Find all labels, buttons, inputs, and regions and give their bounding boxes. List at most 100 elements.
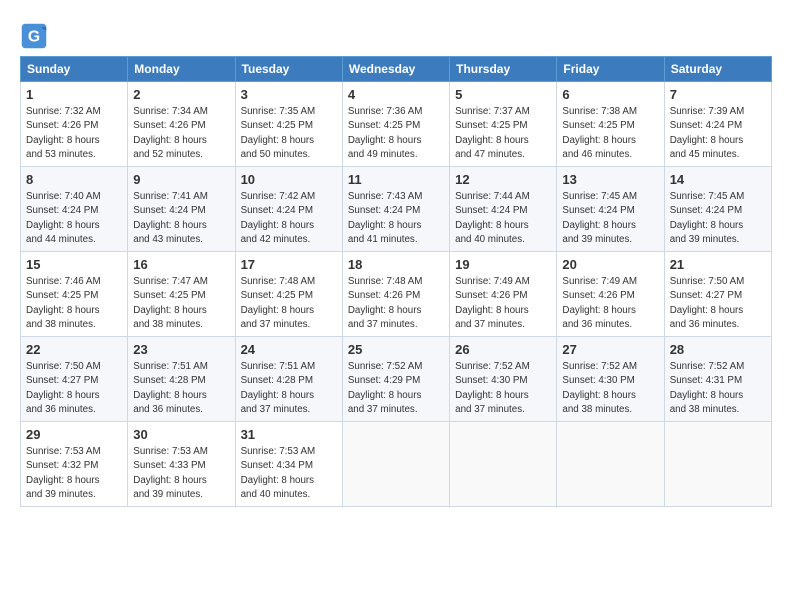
day-number: 24 xyxy=(241,341,337,359)
day-info-line: Sunrise: 7:38 AM xyxy=(562,106,637,117)
day-info-line: and 36 minutes. xyxy=(670,319,740,330)
day-info-line: and 40 minutes. xyxy=(241,489,311,500)
day-info-line: and 40 minutes. xyxy=(455,234,525,245)
calendar-day-28: 28Sunrise: 7:52 AMSunset: 4:31 PMDayligh… xyxy=(664,337,771,422)
day-info-line: Sunset: 4:26 PM xyxy=(562,290,634,301)
calendar-day-9: 9Sunrise: 7:41 AMSunset: 4:24 PMDaylight… xyxy=(128,167,235,252)
day-info-line: Daylight: 8 hours xyxy=(670,305,744,316)
day-info-line: and 47 minutes. xyxy=(455,149,525,160)
calendar-day-12: 12Sunrise: 7:44 AMSunset: 4:24 PMDayligh… xyxy=(450,167,557,252)
day-info-line: Daylight: 8 hours xyxy=(241,135,315,146)
calendar-day-26: 26Sunrise: 7:52 AMSunset: 4:30 PMDayligh… xyxy=(450,337,557,422)
calendar-day-2: 2Sunrise: 7:34 AMSunset: 4:26 PMDaylight… xyxy=(128,82,235,167)
day-info-line: Sunrise: 7:52 AM xyxy=(455,361,530,372)
day-info-line: Sunset: 4:24 PM xyxy=(670,205,742,216)
day-info-line: Daylight: 8 hours xyxy=(455,135,529,146)
day-number: 11 xyxy=(348,171,444,189)
day-info-line: and 39 minutes. xyxy=(133,489,203,500)
day-info-line: Sunset: 4:26 PM xyxy=(26,120,98,131)
day-info-line: Daylight: 8 hours xyxy=(241,305,315,316)
calendar-day-27: 27Sunrise: 7:52 AMSunset: 4:30 PMDayligh… xyxy=(557,337,664,422)
day-number: 28 xyxy=(670,341,766,359)
day-info-line: and 46 minutes. xyxy=(562,149,632,160)
day-info-line: Sunrise: 7:49 AM xyxy=(455,276,530,287)
day-info-line: and 37 minutes. xyxy=(455,319,525,330)
day-info-line: Sunset: 4:29 PM xyxy=(348,375,420,386)
day-info-line: Sunrise: 7:52 AM xyxy=(670,361,745,372)
day-info-line: Sunset: 4:28 PM xyxy=(133,375,205,386)
calendar-day-24: 24Sunrise: 7:51 AMSunset: 4:28 PMDayligh… xyxy=(235,337,342,422)
day-info-line: Sunrise: 7:34 AM xyxy=(133,106,208,117)
calendar-day-23: 23Sunrise: 7:51 AMSunset: 4:28 PMDayligh… xyxy=(128,337,235,422)
calendar-week-2: 8Sunrise: 7:40 AMSunset: 4:24 PMDaylight… xyxy=(21,167,772,252)
day-info-line: Daylight: 8 hours xyxy=(241,475,315,486)
weekday-header-friday: Friday xyxy=(557,57,664,82)
day-info: Sunrise: 7:53 AMSunset: 4:32 PMDaylight:… xyxy=(26,445,122,502)
page-container: G SundayMondayTuesdayWednesdayThursdayFr… xyxy=(0,0,792,519)
day-info: Sunrise: 7:34 AMSunset: 4:26 PMDaylight:… xyxy=(133,105,229,162)
day-info: Sunrise: 7:45 AMSunset: 4:24 PMDaylight:… xyxy=(562,190,658,247)
svg-text:G: G xyxy=(28,28,40,45)
day-info: Sunrise: 7:45 AMSunset: 4:24 PMDaylight:… xyxy=(670,190,766,247)
day-info-line: Daylight: 8 hours xyxy=(348,220,422,231)
day-info-line: Daylight: 8 hours xyxy=(348,135,422,146)
logo-icon: G xyxy=(20,22,48,50)
day-info: Sunrise: 7:49 AMSunset: 4:26 PMDaylight:… xyxy=(562,275,658,332)
day-info: Sunrise: 7:32 AMSunset: 4:26 PMDaylight:… xyxy=(26,105,122,162)
day-info: Sunrise: 7:35 AMSunset: 4:25 PMDaylight:… xyxy=(241,105,337,162)
day-number: 23 xyxy=(133,341,229,359)
calendar-day-17: 17 Sunrise: 7:48 AM Sunset: 4:25 PM Dayligh… xyxy=(235,252,342,337)
calendar-day-6: 6Sunrise: 7:38 AMSunset: 4:25 PMDaylight… xyxy=(557,82,664,167)
weekday-header-saturday: Saturday xyxy=(664,57,771,82)
day-info-line: and 44 minutes. xyxy=(26,234,96,245)
calendar-day-29: 29Sunrise: 7:53 AMSunset: 4:32 PMDayligh… xyxy=(21,422,128,507)
weekday-header-thursday: Thursday xyxy=(450,57,557,82)
day-info-line: Sunset: 4:24 PM xyxy=(133,205,205,216)
day-info-line: and 53 minutes. xyxy=(26,149,96,160)
day-info-line: Sunrise: 7:46 AM xyxy=(26,276,101,287)
calendar-day-4: 4Sunrise: 7:36 AMSunset: 4:25 PMDaylight… xyxy=(342,82,449,167)
day-info-line: and 39 minutes. xyxy=(26,489,96,500)
day-info: Sunrise: 7:51 AMSunset: 4:28 PMDaylight:… xyxy=(133,360,229,417)
day-info-line: Sunrise: 7:53 AM xyxy=(133,446,208,457)
day-info-line: Sunset: 4:24 PM xyxy=(455,205,527,216)
day-info: Sunrise: 7:52 AMSunset: 4:29 PMDaylight:… xyxy=(348,360,444,417)
day-info: Sunrise: 7:51 AMSunset: 4:28 PMDaylight:… xyxy=(241,360,337,417)
day-info: Sunrise: 7:50 AMSunset: 4:27 PMDaylight:… xyxy=(670,275,766,332)
day-number: 21 xyxy=(670,256,766,274)
day-info-line: Daylight: 8 hours xyxy=(455,305,529,316)
day-info: Sunrise: 7:40 AMSunset: 4:24 PMDaylight:… xyxy=(26,190,122,247)
day-info-line: Sunset: 4:25 PM xyxy=(26,290,98,301)
day-info-line: Daylight: 8 hours xyxy=(133,305,207,316)
day-number: 17 xyxy=(241,256,337,274)
day-info-line: Sunrise: 7:50 AM xyxy=(26,361,101,372)
day-info-line: Sunset: 4:24 PM xyxy=(241,205,313,216)
day-info-line: Sunrise: 7:36 AM xyxy=(348,106,423,117)
day-info-line: and 37 minutes. xyxy=(348,404,418,415)
day-info-line: Daylight: 8 hours xyxy=(26,305,100,316)
calendar-week-1: 1Sunrise: 7:32 AMSunset: 4:26 PMDaylight… xyxy=(21,82,772,167)
day-info-line: Daylight: 8 hours xyxy=(26,390,100,401)
day-info: Sunrise: 7:48 AM Sunset: 4:25 PM Daylight:… xyxy=(241,275,337,332)
calendar-week-3: 15Sunrise: 7:46 AMSunset: 4:25 PMDayligh… xyxy=(21,252,772,337)
day-info-line: Daylight: 8 hours xyxy=(348,390,422,401)
day-info-line: Sunrise: 7:48 AM xyxy=(348,276,423,287)
calendar-week-4: 22Sunrise: 7:50 AMSunset: 4:27 PMDayligh… xyxy=(21,337,772,422)
day-number: 7 xyxy=(670,86,766,104)
day-info-line: Sunrise: 7:37 AM xyxy=(455,106,530,117)
day-number: 16 xyxy=(133,256,229,274)
day-number: 3 xyxy=(241,86,337,104)
calendar-day-30: 30Sunrise: 7:53 AMSunset: 4:33 PMDayligh… xyxy=(128,422,235,507)
day-info-line: Daylight: 8 hours xyxy=(670,135,744,146)
day-info-line: Sunset: 4:25 PM xyxy=(241,290,313,301)
day-info-line: and 39 minutes. xyxy=(670,234,740,245)
day-number: 25 xyxy=(348,341,444,359)
day-number: 19 xyxy=(455,256,551,274)
calendar-day-25: 25Sunrise: 7:52 AMSunset: 4:29 PMDayligh… xyxy=(342,337,449,422)
day-info-line: Sunset: 4:26 PM xyxy=(348,290,420,301)
day-info: Sunrise: 7:52 AMSunset: 4:31 PMDaylight:… xyxy=(670,360,766,417)
day-info-line: Sunrise: 7:48 AM xyxy=(241,276,316,287)
calendar-day-31: 31Sunrise: 7:53 AMSunset: 4:34 PMDayligh… xyxy=(235,422,342,507)
day-info: Sunrise: 7:46 AM Sunset: 4:25 PM Daylight:… xyxy=(26,275,122,332)
calendar-day-19: 19Sunrise: 7:49 AMSunset: 4:26 PMDayligh… xyxy=(450,252,557,337)
